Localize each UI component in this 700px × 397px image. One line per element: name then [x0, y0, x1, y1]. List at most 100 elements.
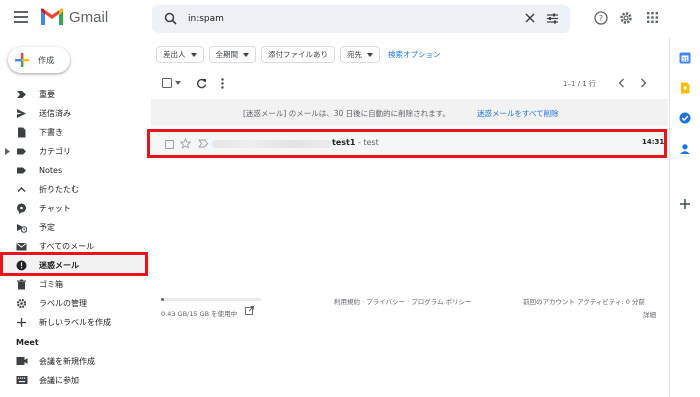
search-options-icon[interactable]: [546, 12, 559, 25]
advanced-search-link[interactable]: 検索オプション: [388, 49, 441, 60]
sidebar-nav: 重要 送信済み 下書き カテゴリ Notes 折りたたむ チャット 予定 すべて…: [0, 85, 150, 332]
label-icon: [17, 148, 26, 155]
send-icon: [17, 109, 26, 118]
search-icon[interactable]: [164, 12, 177, 25]
app-name: Gmail: [69, 8, 109, 26]
sidebar-item-label: Notes: [39, 166, 63, 175]
sidebar-item-manage-labels[interactable]: ラベルの管理: [0, 294, 150, 313]
sidebar-item-label: 予定: [39, 223, 55, 232]
filter-chip-attachment[interactable]: 添付ファイルあり: [261, 46, 335, 63]
search-bar[interactable]: [152, 5, 570, 33]
sidebar-item-drafts[interactable]: 下書き: [0, 123, 150, 142]
email-snippet: - test: [355, 138, 379, 147]
sidebar-item-label: 送信済み: [39, 109, 71, 118]
mail-toolbar: 1–1 / 1 行: [158, 76, 658, 92]
help-icon[interactable]: ?: [594, 11, 608, 25]
refresh-icon[interactable]: [196, 78, 207, 89]
menu-icon[interactable]: [14, 11, 28, 23]
compose-button[interactable]: 作成: [8, 47, 70, 73]
sidebar-item-important[interactable]: 重要: [0, 85, 150, 104]
chip-label: 全期間: [215, 50, 239, 59]
apps-icon[interactable]: [646, 11, 659, 24]
next-page-icon[interactable]: [640, 78, 647, 88]
spam-highlight-box: [0, 252, 148, 276]
footer-policy-links[interactable]: 利用規約 · プライバシー · プログラム ポリシー: [334, 296, 472, 306]
row-checkbox[interactable]: [165, 140, 174, 149]
svg-text:?: ?: [599, 14, 603, 23]
banner-text: [迷惑メール] のメールは、30 日後に自動的に削除されます。: [243, 109, 450, 118]
storage-usage-bar: [161, 298, 261, 301]
calendar-icon[interactable]: 31: [679, 52, 691, 64]
sidebar-item-label: 新しいラベルを作成: [39, 318, 111, 327]
sidebar-item-trash[interactable]: ゴミ箱: [0, 275, 150, 294]
sidebar-item-label: チャット: [39, 204, 71, 213]
gmail-m-icon: [41, 8, 63, 25]
meet-section-title: Meet: [16, 338, 39, 347]
last-activity-text: 前回のアカウント アクティビティ: 0 分前: [523, 298, 645, 306]
email-row[interactable]: test1 - test 14:31: [147, 129, 667, 158]
draft-icon: [18, 127, 26, 138]
search-input[interactable]: [188, 11, 488, 27]
chevron-up-icon: [17, 187, 26, 192]
contacts-icon[interactable]: [679, 143, 691, 155]
storage-text: 0.43 GB/15 GB を使用中: [161, 310, 238, 318]
select-dropdown-icon[interactable]: [175, 81, 181, 85]
star-icon[interactable]: [180, 138, 191, 149]
sidebar-item-label: すべてのメール: [39, 242, 95, 251]
compose-plus-icon: [15, 53, 29, 67]
tasks-icon[interactable]: [679, 112, 691, 124]
importance-marker-icon[interactable]: [198, 139, 209, 148]
sidebar-item-label: 下書き: [39, 128, 63, 137]
storage-usage-fill: [161, 298, 164, 301]
activity-details-link[interactable]: 詳細: [643, 309, 656, 319]
sidebar-item-label: 折りたたむ: [39, 185, 79, 194]
expand-caret-icon[interactable]: [5, 148, 10, 155]
label-important-icon: [17, 91, 26, 98]
sidebar-item-label: 重要: [39, 90, 55, 99]
meet-join-meeting[interactable]: 会議に参加: [0, 371, 150, 389]
sidebar-item-scheduled[interactable]: 予定: [0, 218, 150, 237]
filter-chip-date[interactable]: 全期間: [208, 46, 256, 63]
mail-icon: [16, 243, 27, 251]
sidebar-item-create-label[interactable]: 新しいラベルを作成: [0, 313, 150, 332]
side-panel-divider: [669, 38, 670, 397]
sidebar-item-collapse[interactable]: 折りたたむ: [0, 180, 150, 199]
schedule-icon: [17, 224, 27, 233]
chip-label: 宛先: [347, 50, 362, 59]
external-link-icon[interactable]: [245, 306, 254, 315]
spam-info-banner: [迷惑メール] のメールは、30 日後に自動的に削除されます。 迷惑メールをすべ…: [151, 99, 668, 126]
more-options-icon[interactable]: [221, 78, 224, 89]
email-subject: test1: [332, 138, 356, 147]
clear-search-icon[interactable]: [524, 12, 536, 24]
trash-icon: [17, 279, 26, 290]
delete-all-spam-link[interactable]: 迷惑メールをすべて削除: [477, 108, 559, 119]
sidebar-item-label: カテゴリ: [39, 147, 71, 156]
dropdown-arrow-icon: [190, 52, 197, 57]
gmail-logo[interactable]: Gmail: [40, 8, 108, 26]
sidebar-item-label: ラベルの管理: [39, 299, 87, 308]
filter-chip-to[interactable]: 宛先: [340, 46, 380, 63]
sidebar-item-notes[interactable]: Notes: [0, 161, 150, 180]
dropdown-arrow-icon: [243, 52, 249, 57]
sidebar-item-categories[interactable]: カテゴリ: [0, 142, 150, 161]
settings-icon: [16, 298, 27, 309]
chat-icon: [17, 203, 26, 214]
keep-icon[interactable]: [679, 82, 691, 94]
pagination-text: 1–1 / 1 行: [563, 80, 596, 88]
prev-page-icon[interactable]: [618, 78, 625, 88]
sidebar-item-chat[interactable]: チャット: [0, 199, 150, 218]
get-addons-plus-icon[interactable]: [679, 198, 691, 210]
chip-label: 添付ファイルあり: [268, 50, 328, 59]
filter-chip-from[interactable]: 差出人: [156, 46, 204, 63]
plus-icon: [17, 318, 26, 327]
sidebar-item-label: ゴミ箱: [39, 280, 63, 289]
search-filter-chips: 差出人 全期間 添付ファイルあり 宛先 検索オプション: [156, 46, 441, 63]
label-icon: [17, 167, 26, 174]
meet-item-label: 会議を新規作成: [39, 357, 95, 366]
video-icon: [16, 357, 28, 365]
sidebar-item-sent[interactable]: 送信済み: [0, 104, 150, 123]
top-header: Gmail ?: [0, 0, 700, 38]
meet-new-meeting[interactable]: 会議を新規作成: [0, 352, 150, 370]
select-all-checkbox-icon[interactable]: [162, 78, 172, 88]
settings-icon[interactable]: [619, 11, 633, 25]
